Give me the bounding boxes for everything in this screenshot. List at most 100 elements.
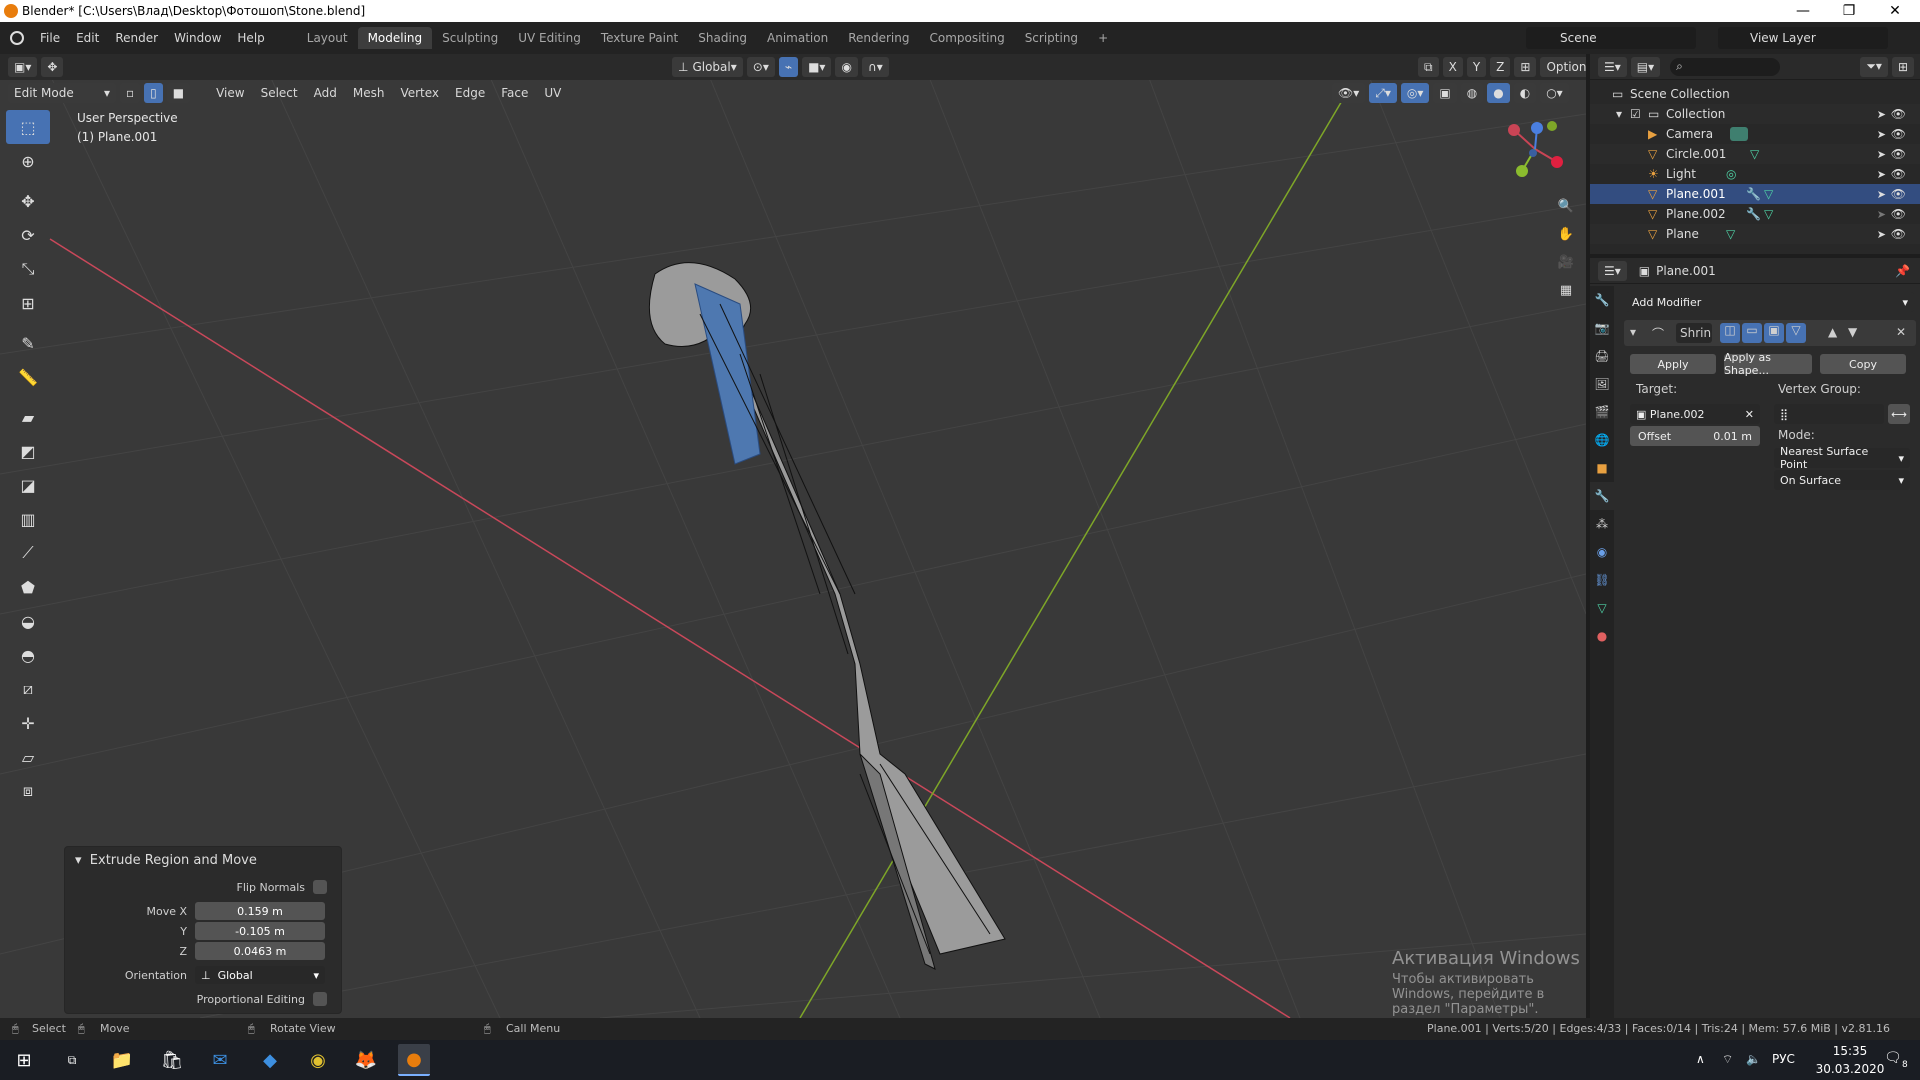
- physics-tab-icon[interactable]: ◉: [1590, 538, 1614, 566]
- bevel-icon[interactable]: ◪: [6, 468, 50, 502]
- wireframe-shading-icon[interactable]: ◍: [1460, 83, 1484, 103]
- select-box-icon[interactable]: ⬚: [6, 110, 50, 144]
- snap-element-icon[interactable]: ■▾: [802, 57, 832, 77]
- new-collection-icon[interactable]: ⊞: [1891, 56, 1914, 77]
- editor-type-icon[interactable]: ▣▾: [8, 57, 38, 77]
- menu-help[interactable]: Help: [229, 31, 272, 45]
- select-arrow-icon[interactable]: ➤: [1877, 148, 1886, 161]
- store-icon[interactable]: 🛍: [156, 1044, 188, 1076]
- eye-icon[interactable]: 👁: [1891, 207, 1906, 221]
- axis-y-toggle[interactable]: Y: [1466, 57, 1487, 77]
- wifi-icon[interactable]: ⌔: [1722, 1052, 1733, 1067]
- constraints-tab-icon[interactable]: ⛓: [1590, 566, 1614, 594]
- tab-modeling[interactable]: Modeling: [357, 27, 433, 49]
- eye-icon[interactable]: 👁: [1891, 127, 1906, 141]
- axis-z-toggle[interactable]: Z: [1490, 57, 1511, 77]
- file-explorer-icon[interactable]: 📁: [106, 1044, 138, 1076]
- xray-icon[interactable]: ▣: [1433, 83, 1457, 103]
- add-workspace-button[interactable]: +: [1088, 27, 1118, 49]
- transform-icon[interactable]: ⊞: [6, 286, 50, 320]
- properties-editor-icon[interactable]: ☰▾: [1598, 260, 1627, 281]
- outliner-row-scene-collection[interactable]: ▭ Scene Collection: [1590, 84, 1920, 104]
- display-mode-icon[interactable]: ▤▾: [1630, 56, 1661, 77]
- solid-shading-icon[interactable]: ●: [1487, 83, 1510, 103]
- outliner-row-plane002[interactable]: ▽ Plane.002 🔧 ▽ ➤ 👁: [1590, 204, 1920, 224]
- target-field[interactable]: ▣ Plane.002 ✕: [1630, 404, 1760, 424]
- modifier-tab-icon[interactable]: 🔧: [1590, 482, 1614, 510]
- options-dropdown[interactable]: Options ▾: [1540, 57, 1586, 77]
- select-arrow-icon[interactable]: ➤: [1877, 228, 1886, 241]
- outliner-row-plane001[interactable]: ▽ Plane.001 🔧 ▽ ➤ 👁: [1590, 184, 1920, 204]
- proportional-icon[interactable]: ◉: [835, 57, 858, 77]
- tab-uv-editing[interactable]: UV Editing: [508, 27, 591, 49]
- clear-target-icon[interactable]: ✕: [1745, 408, 1754, 421]
- scene-selector[interactable]: Scene: [1526, 27, 1696, 49]
- outliner-row-plane[interactable]: ▽ Plane ▽ ➤ 👁: [1590, 224, 1920, 244]
- move-down-icon[interactable]: ▼: [1848, 325, 1857, 339]
- world-tab-icon[interactable]: 🌐: [1590, 426, 1614, 454]
- inset-icon[interactable]: ◩: [6, 434, 50, 468]
- snap-icon[interactable]: ⌁: [778, 57, 799, 77]
- chrome-icon[interactable]: ◉: [302, 1044, 334, 1076]
- menu-vertex[interactable]: Vertex: [392, 86, 447, 100]
- close-window-button[interactable]: ✕: [1872, 0, 1918, 22]
- menu-view[interactable]: View: [208, 86, 252, 100]
- volume-icon[interactable]: 🔈: [1746, 1052, 1761, 1066]
- gizmo-icon[interactable]: ⤢▾: [1369, 83, 1397, 103]
- menu-render[interactable]: Render: [107, 31, 166, 45]
- select-arrow-icon[interactable]: ➤: [1877, 208, 1886, 221]
- eye-icon[interactable]: 👁: [1891, 227, 1906, 241]
- render-toggle-icon[interactable]: ▣: [1764, 323, 1784, 343]
- expand-collection-icon[interactable]: ▾: [1616, 107, 1622, 121]
- particles-tab-icon[interactable]: ⁂: [1590, 510, 1614, 538]
- falloff-icon[interactable]: ∩▾: [861, 57, 889, 77]
- surface-dropdown[interactable]: On Surface ▾: [1774, 470, 1910, 490]
- collapse-modifier-icon[interactable]: ▾: [1630, 325, 1636, 339]
- blender-taskbar-icon[interactable]: ●: [398, 1044, 430, 1076]
- move-z-field[interactable]: 0.0463 m: [195, 942, 325, 960]
- overlay-icon[interactable]: ◎▾: [1400, 83, 1430, 103]
- knife-icon[interactable]: ⟋: [6, 536, 50, 570]
- pivot-icon[interactable]: ⊙▾: [746, 57, 775, 77]
- notifications-icon[interactable]: 🗨: [1884, 1050, 1902, 1066]
- tray-expand-icon[interactable]: ∧: [1696, 1052, 1705, 1066]
- scene-tab-icon[interactable]: 🎬: [1590, 398, 1614, 426]
- select-arrow-icon[interactable]: ➤: [1877, 188, 1886, 201]
- move-icon[interactable]: ✥: [6, 184, 50, 218]
- language-indicator[interactable]: РУС: [1772, 1052, 1795, 1066]
- tab-sculpting[interactable]: Sculpting: [432, 27, 508, 49]
- minimize-button[interactable]: —: [1780, 0, 1826, 22]
- poly-build-icon[interactable]: ⬟: [6, 570, 50, 604]
- pin-icon[interactable]: 📌: [1895, 264, 1910, 278]
- outliner-search-input[interactable]: ⌕: [1670, 57, 1781, 76]
- transform-orientation-dropdown[interactable]: ⊥ Global ▾: [672, 57, 743, 77]
- copy-button[interactable]: Copy: [1820, 354, 1906, 374]
- modifier-name-field[interactable]: Shrin: [1676, 323, 1712, 343]
- cursor-icon[interactable]: ⊕: [6, 144, 50, 178]
- tab-compositing[interactable]: Compositing: [919, 27, 1014, 49]
- tab-scripting[interactable]: Scripting: [1015, 27, 1088, 49]
- outliner-row-camera[interactable]: ▶ Camera ➤ 👁: [1590, 124, 1920, 144]
- task-view-icon[interactable]: ⧉: [56, 1044, 88, 1076]
- operator-panel-header[interactable]: ▾ Extrude Region and Move: [65, 847, 341, 873]
- tool-tab-icon[interactable]: 🔧: [1590, 286, 1614, 314]
- collection-checkbox[interactable]: ☑: [1630, 107, 1641, 121]
- apply-button[interactable]: Apply: [1630, 354, 1716, 374]
- proportional-editing-checkbox[interactable]: [313, 992, 327, 1006]
- rendered-shading-icon[interactable]: ○▾: [1540, 83, 1569, 103]
- move-up-icon[interactable]: ▲: [1828, 325, 1837, 339]
- navigation-gizmo[interactable]: [1500, 114, 1570, 184]
- eye-icon[interactable]: 👁: [1891, 167, 1906, 181]
- data-tab-icon[interactable]: ▽: [1590, 594, 1614, 622]
- visibility-icon[interactable]: 👁▾: [1332, 83, 1366, 103]
- auto-merge-icon[interactable]: ⊞: [1514, 57, 1537, 77]
- filter-icon[interactable]: ⏷▾: [1860, 56, 1888, 77]
- windows-start-icon[interactable]: ⊞: [8, 1044, 40, 1076]
- move-x-field[interactable]: 0.159 m: [195, 902, 325, 920]
- face-select-icon[interactable]: ■: [166, 83, 191, 103]
- shrink-fatten-icon[interactable]: ✛: [6, 706, 50, 740]
- mode-dropdown[interactable]: Nearest Surface Point ▾: [1774, 445, 1910, 471]
- output-tab-icon[interactable]: 🖨: [1590, 342, 1614, 370]
- select-arrow-icon[interactable]: ➤: [1877, 128, 1886, 141]
- material-shading-icon[interactable]: ◐: [1513, 83, 1537, 103]
